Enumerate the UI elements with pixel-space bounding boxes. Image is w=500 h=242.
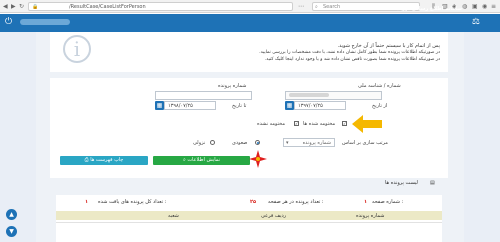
- desc-radio[interactable]: [210, 140, 215, 145]
- power-icon[interactable]: ⏻: [5, 17, 12, 27]
- menu-icon[interactable]: ≡: [491, 3, 496, 10]
- show-info-button[interactable]: ⌕ نمایش اطلاعات: [153, 156, 250, 165]
- not-archived-label: مختومه نشده: [257, 121, 286, 127]
- page-number-value: ۱: [364, 199, 368, 205]
- sync-icon[interactable]: ◉: [482, 3, 487, 10]
- search-placeholder: Search: [323, 4, 341, 10]
- col-case-number: شماره پرونده: [356, 213, 385, 219]
- reload-icon[interactable]: ↻: [19, 3, 24, 10]
- url-text: /ResultCase/CaseListForPerson: [69, 4, 146, 10]
- forward-icon[interactable]: ▶: [11, 3, 16, 10]
- address-bar[interactable]: 🔒 /ResultCase/CaseListForPerson: [28, 2, 293, 11]
- show-info-button-label: نمایش اطلاعات: [187, 157, 221, 163]
- scroll-down-button[interactable]: ▼: [6, 226, 17, 237]
- per-page-label: تعداد پرونده در هر صفحه :: [268, 199, 324, 205]
- app-header: [0, 14, 500, 32]
- total-value: ۱: [85, 199, 89, 205]
- list-title: لیست پرونده ها: [385, 180, 418, 186]
- sort-select[interactable]: ▾ شماره پرونده: [283, 138, 335, 147]
- right-margin: [464, 32, 500, 242]
- from-date-input[interactable]: ۱۳۹۷/۰۷/۲۵: [294, 101, 346, 110]
- from-date-calendar-icon[interactable]: ▦: [285, 101, 294, 110]
- to-date-calendar-icon[interactable]: ▦: [155, 101, 164, 110]
- to-date-label: تا تاریخ: [232, 103, 247, 109]
- archived-label: مختومه شده ها: [303, 121, 336, 127]
- not-archived-checkbox[interactable]: ✓: [294, 121, 299, 126]
- table-row[interactable]: [56, 222, 442, 242]
- per-page-value: ۲۵: [250, 199, 257, 205]
- lock-icon: 🔒: [32, 4, 39, 10]
- asc-radio[interactable]: [255, 140, 260, 145]
- extension-icon[interactable]: ◍: [462, 3, 467, 10]
- col-branch: شعبه: [168, 213, 179, 219]
- to-date-input[interactable]: ۱۳۹۸/۰۷/۲۵: [164, 101, 216, 110]
- more-icon[interactable]: ⋯: [298, 3, 304, 10]
- case-number-input[interactable]: [155, 91, 252, 100]
- info-line-3: در صورتیکه اطلاعات پرونده شما بصورت ناقص…: [264, 57, 440, 62]
- col-row: ردیف فرعی: [261, 213, 287, 219]
- sort-select-value: شماره پرونده: [302, 140, 331, 146]
- chevron-down-icon: ▾: [286, 140, 289, 146]
- user-name-blurred: [20, 19, 70, 25]
- annotation-star-icon: [249, 150, 267, 168]
- justice-logo-icon: ⚖: [471, 17, 480, 27]
- print-list-button[interactable]: ⎙ چاپ فهرست ها: [60, 156, 148, 165]
- print-list-button-label: چاپ فهرست ها: [90, 157, 124, 163]
- app-title: سامانه اطلاع رسانی پرونده: [394, 6, 462, 12]
- back-icon[interactable]: ◀: [3, 3, 8, 10]
- scroll-up-button[interactable]: ▲: [6, 209, 17, 220]
- info-line-1: پس از اتمام کار با سیستم حتماً از آن خار…: [337, 43, 441, 49]
- info-line-2: در صورتیکه اطلاعات پرونده شما بطور کامل …: [259, 50, 440, 55]
- search-icon: ⌕: [315, 4, 318, 10]
- archived-checkbox[interactable]: ✓: [342, 121, 347, 126]
- national-id-input[interactable]: [285, 91, 382, 100]
- sort-label: مرتب سازی بر اساس: [342, 140, 388, 146]
- url-host-blurred: [41, 4, 54, 10]
- total-label: تعداد کل پرونده های یافت شده :: [98, 199, 167, 205]
- annotation-arrow-icon: [352, 115, 382, 133]
- info-icon: i: [63, 35, 91, 63]
- table-header-row: شماره پرونده ردیف فرعی شعبه: [56, 211, 442, 220]
- desc-label: نزولی: [193, 140, 206, 146]
- asc-label: صعودی: [232, 140, 248, 146]
- page-number-label: شماره صفحه :: [372, 199, 404, 205]
- national-id-label: شماره / شناسه ملی: [358, 83, 401, 89]
- addon-icon[interactable]: ▣: [472, 3, 478, 10]
- left-margin: [0, 32, 36, 242]
- list-icon: ▤: [430, 180, 435, 186]
- from-date-label: از تاریخ: [372, 103, 388, 109]
- case-number-label: شماره پرونده: [218, 83, 247, 89]
